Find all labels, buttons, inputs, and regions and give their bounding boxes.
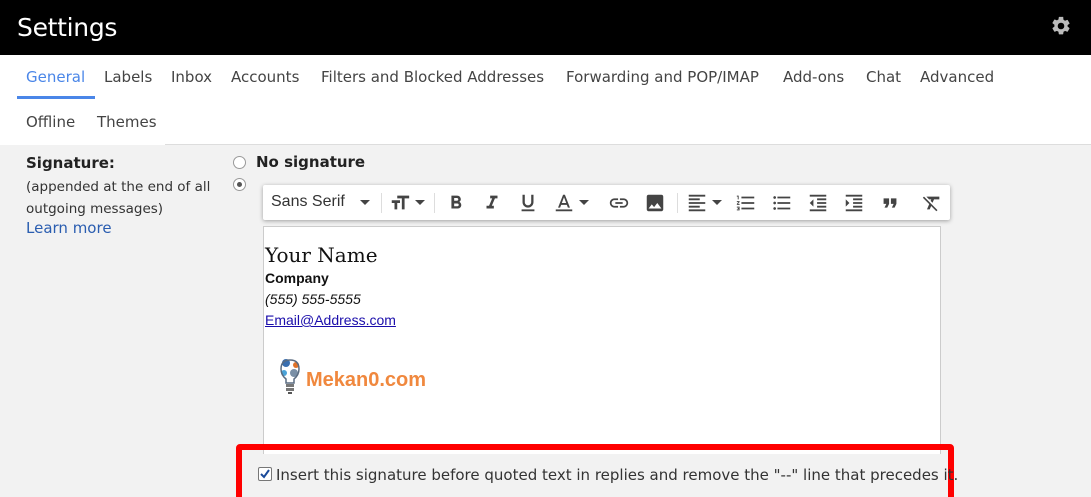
signature-name: Your Name [265, 243, 378, 267]
tab-add-ons[interactable]: Add-ons [783, 68, 844, 86]
no-signature-radio[interactable] [233, 156, 246, 169]
gear-icon[interactable] [1050, 15, 1072, 37]
toolbar-divider [434, 193, 435, 213]
toolbar-divider [677, 193, 678, 213]
tab-forwarding[interactable]: Forwarding and POP/IMAP [566, 68, 759, 86]
insert-signature-label[interactable]: Insert this signature before quoted text… [276, 466, 958, 484]
toolbar-divider [381, 193, 382, 213]
lightbulb-icon [276, 355, 304, 397]
chevron-down-icon[interactable] [415, 200, 425, 205]
align-icon[interactable] [686, 192, 708, 214]
settings-tabs: General Labels Inbox Accounts Filters an… [0, 55, 1091, 145]
no-signature-label[interactable]: No signature [256, 153, 365, 171]
signature-company: Company [265, 270, 329, 286]
quote-icon[interactable] [879, 192, 901, 214]
chevron-down-icon[interactable] [579, 200, 589, 205]
tab-chat[interactable]: Chat [866, 68, 901, 86]
chevron-down-icon[interactable] [712, 200, 722, 205]
signature-editor[interactable]: Your Name Company (555) 555-5555 Email@A… [263, 226, 941, 454]
bold-icon[interactable] [445, 192, 467, 214]
indent-more-icon[interactable] [843, 192, 865, 214]
signature-label: Signature: [26, 154, 115, 172]
chevron-down-icon[interactable] [360, 200, 370, 205]
page-title: Settings [17, 13, 118, 42]
custom-signature-radio[interactable] [233, 178, 246, 191]
remove-formatting-icon[interactable] [921, 192, 943, 214]
image-icon[interactable] [644, 192, 666, 214]
text-color-icon[interactable] [553, 192, 575, 214]
bulleted-list-icon[interactable] [771, 192, 793, 214]
tabs-divider [165, 144, 1091, 145]
signature-email-link[interactable]: Email@Address.com [265, 312, 396, 328]
italic-icon[interactable] [481, 192, 503, 214]
text-size-icon[interactable] [389, 192, 411, 214]
font-family-select[interactable]: Sans Serif [271, 193, 345, 211]
formatting-toolbar: Sans Serif [263, 185, 950, 220]
signature-description: (appended at the end of all outgoing mes… [26, 179, 211, 217]
numbered-list-icon[interactable] [735, 192, 757, 214]
top-bar: Settings [0, 0, 1091, 55]
tab-filters[interactable]: Filters and Blocked Addresses [321, 68, 544, 86]
underline-icon[interactable] [517, 192, 539, 214]
company-logo: Mekan0.com [306, 369, 427, 391]
tab-accounts[interactable]: Accounts [231, 68, 299, 86]
link-icon[interactable] [608, 192, 630, 214]
learn-more-link[interactable]: Learn more [26, 219, 112, 237]
tab-general[interactable]: General [26, 68, 85, 86]
insert-signature-checkbox[interactable] [258, 467, 272, 481]
tab-offline[interactable]: Offline [26, 113, 75, 131]
tab-advanced[interactable]: Advanced [920, 68, 994, 86]
signature-phone: (555) 555-5555 [265, 291, 361, 307]
tab-labels[interactable]: Labels [104, 68, 152, 86]
tab-inbox[interactable]: Inbox [171, 68, 212, 86]
tab-themes[interactable]: Themes [97, 113, 157, 131]
indent-less-icon[interactable] [807, 192, 829, 214]
active-tab-indicator [17, 96, 95, 99]
